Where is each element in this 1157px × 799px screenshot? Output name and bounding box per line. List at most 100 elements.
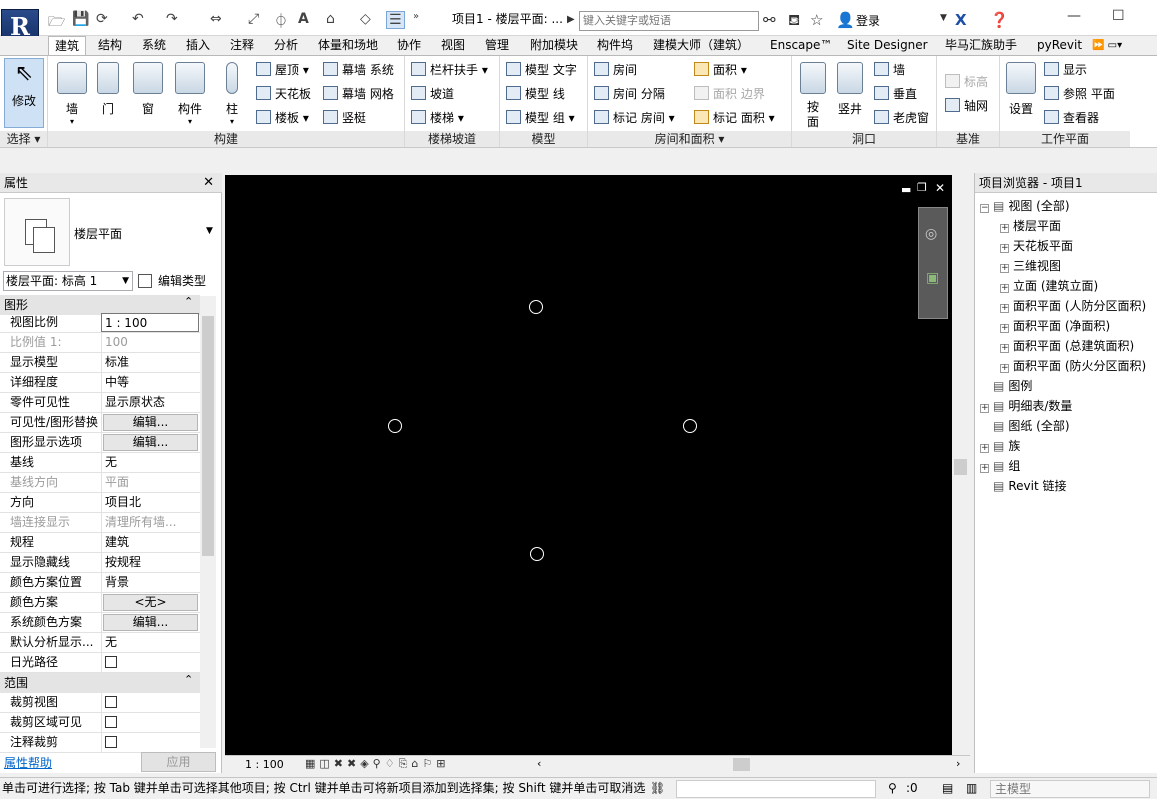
room-button[interactable]: 房间: [594, 61, 637, 78]
property-value[interactable]: 编辑...: [101, 613, 199, 632]
close-view-icon[interactable]: ✕: [935, 181, 945, 195]
more-icon[interactable]: »: [413, 11, 419, 29]
mullion-button[interactable]: 竖梃: [323, 109, 366, 126]
component-button[interactable]: 构件 ▾: [170, 62, 210, 126]
ceiling-button[interactable]: 天花板: [256, 85, 311, 102]
property-value[interactable]: 建筑: [101, 533, 199, 552]
type-name[interactable]: 楼层平面: [74, 225, 122, 242]
3d-view-icon[interactable]: ⌂: [326, 11, 335, 29]
edit-type-button[interactable]: 编辑类型: [138, 272, 206, 289]
curtain-system-button[interactable]: 幕墙 系统: [323, 61, 394, 78]
zoom-icon[interactable]: ▣: [926, 270, 939, 286]
tab-enscape[interactable]: Enscape™: [770, 36, 832, 56]
browser-item[interactable]: +▤Revit 链接: [980, 477, 1066, 494]
property-value[interactable]: 编辑...: [101, 433, 199, 452]
elevation-marker-west[interactable]: [388, 419, 402, 433]
property-value[interactable]: 标准: [101, 353, 199, 372]
browser-item[interactable]: − ▤ 视图 (全部): [980, 197, 1070, 214]
door-button[interactable]: 门: [88, 62, 128, 117]
property-value[interactable]: 背景: [101, 573, 199, 592]
tab-family-helper[interactable]: 毕马汇族助手: [945, 36, 1017, 56]
property-value[interactable]: 显示原状态: [101, 393, 199, 412]
property-edit-button[interactable]: <无>: [103, 594, 198, 611]
measure-icon[interactable]: ⇔: [210, 11, 222, 29]
vertical-opening-button[interactable]: 垂直: [874, 85, 917, 102]
tab-manage[interactable]: 管理: [485, 36, 509, 56]
model-line-button[interactable]: 模型 线: [506, 85, 565, 102]
star-icon[interactable]: ☆: [810, 11, 823, 29]
area-button[interactable]: 面积 ▾: [694, 61, 747, 78]
checkbox[interactable]: [105, 716, 117, 728]
set-workplane-button[interactable]: 设置: [1002, 62, 1040, 117]
property-edit-button[interactable]: 编辑...: [103, 414, 198, 431]
tag-icon[interactable]: ⏀: [274, 11, 288, 30]
wall-opening-button[interactable]: 墙: [874, 61, 905, 78]
browser-item[interactable]: + ▤ 组: [980, 457, 1020, 474]
expand-icon[interactable]: +: [1000, 364, 1009, 373]
ribbon-overflow-icon[interactable]: ⏩ ▭▾: [1092, 36, 1122, 56]
restore-view-icon[interactable]: ❐: [917, 181, 927, 194]
properties-scrollbar[interactable]: [200, 296, 216, 748]
roof-button[interactable]: 屋顶 ▾: [256, 61, 309, 78]
expand-icon[interactable]: +: [980, 404, 989, 413]
property-value[interactable]: 编辑...: [101, 413, 199, 432]
tab-structure[interactable]: 结构: [98, 36, 122, 56]
grid-button[interactable]: 轴网: [945, 97, 988, 114]
search-expand-icon[interactable]: ▶: [567, 14, 575, 25]
panel-select-label[interactable]: 选择 ▾: [0, 131, 47, 147]
instance-selector[interactable]: 楼层平面: 标高 1 ▼: [3, 271, 133, 291]
opening-by-face-button[interactable]: 按面: [796, 62, 830, 130]
login-button[interactable]: 登录: [856, 12, 880, 29]
ref-plane-button[interactable]: 参照 平面: [1044, 85, 1115, 102]
open-icon[interactable]: 🗁: [48, 11, 65, 30]
browser-item[interactable]: + 天花板平面: [1000, 237, 1073, 254]
browser-item[interactable]: + 面积平面 (人防分区面积): [1000, 297, 1146, 314]
tag-area-button[interactable]: 标记 面积 ▾: [694, 109, 775, 126]
railing-button[interactable]: 栏杆扶手 ▾: [411, 61, 488, 78]
room-separator-button[interactable]: 房间 分隔: [594, 85, 665, 102]
property-edit-button[interactable]: 编辑...: [103, 614, 198, 631]
expand-icon[interactable]: +: [1000, 264, 1009, 273]
expand-icon[interactable]: +: [1000, 224, 1009, 233]
property-value[interactable]: [101, 653, 199, 672]
minimize-view-icon[interactable]: ▬: [901, 183, 911, 196]
modify-button[interactable]: ⇖ 修改: [4, 58, 44, 128]
browser-item[interactable]: + ▤ 族: [980, 437, 1020, 454]
steering-wheel-icon[interactable]: ◎: [925, 226, 937, 242]
switch-windows-icon[interactable]: ☰: [386, 11, 405, 29]
property-value[interactable]: 平面: [101, 473, 199, 492]
floor-button[interactable]: 楼板 ▾: [256, 109, 309, 126]
property-value[interactable]: 1 : 100: [101, 313, 199, 332]
browser-item[interactable]: + ▤ 明细表/数量: [980, 397, 1072, 414]
property-value[interactable]: 按规程: [101, 553, 199, 572]
close-icon[interactable]: ✕: [203, 173, 214, 193]
viewer-button[interactable]: 查看器: [1044, 109, 1099, 126]
property-value[interactable]: [101, 733, 199, 752]
tab-analyze[interactable]: 分析: [274, 36, 298, 56]
expand-icon[interactable]: +: [1000, 304, 1009, 313]
property-value[interactable]: 中等: [101, 373, 199, 392]
text-icon[interactable]: A: [298, 11, 309, 29]
expand-icon[interactable]: +: [1000, 284, 1009, 293]
section-extents[interactable]: 范围: [0, 673, 200, 693]
design-options-icon[interactable]: ▥: [966, 778, 977, 799]
area-boundary-button[interactable]: 面积 边界: [694, 85, 765, 102]
wall-button[interactable]: 墙 ▾: [52, 62, 92, 126]
collapse-icon[interactable]: −: [980, 204, 989, 213]
property-value[interactable]: [101, 713, 199, 732]
expand-icon[interactable]: +: [980, 444, 989, 453]
chevron-down-icon[interactable]: ▼: [940, 13, 947, 23]
tab-insert[interactable]: 插入: [186, 36, 210, 56]
property-value[interactable]: [101, 693, 199, 712]
undo-icon[interactable]: ↶: [132, 11, 144, 29]
property-value[interactable]: 无: [101, 633, 199, 652]
tab-component-dock[interactable]: 构件坞: [597, 36, 633, 56]
worksharing-icon[interactable]: ⛓: [650, 778, 665, 799]
collapse-icon[interactable]: ⌃: [184, 295, 193, 308]
binoculars-icon[interactable]: ⚯: [763, 11, 776, 29]
scroll-right-icon[interactable]: ›: [956, 757, 960, 770]
browser-item[interactable]: + 面积平面 (总建筑面积): [1000, 337, 1134, 354]
curtain-grid-button[interactable]: 幕墙 网格: [323, 85, 394, 102]
view-scale[interactable]: 1 : 100: [245, 758, 284, 771]
tab-annotate[interactable]: 注释: [230, 36, 254, 56]
